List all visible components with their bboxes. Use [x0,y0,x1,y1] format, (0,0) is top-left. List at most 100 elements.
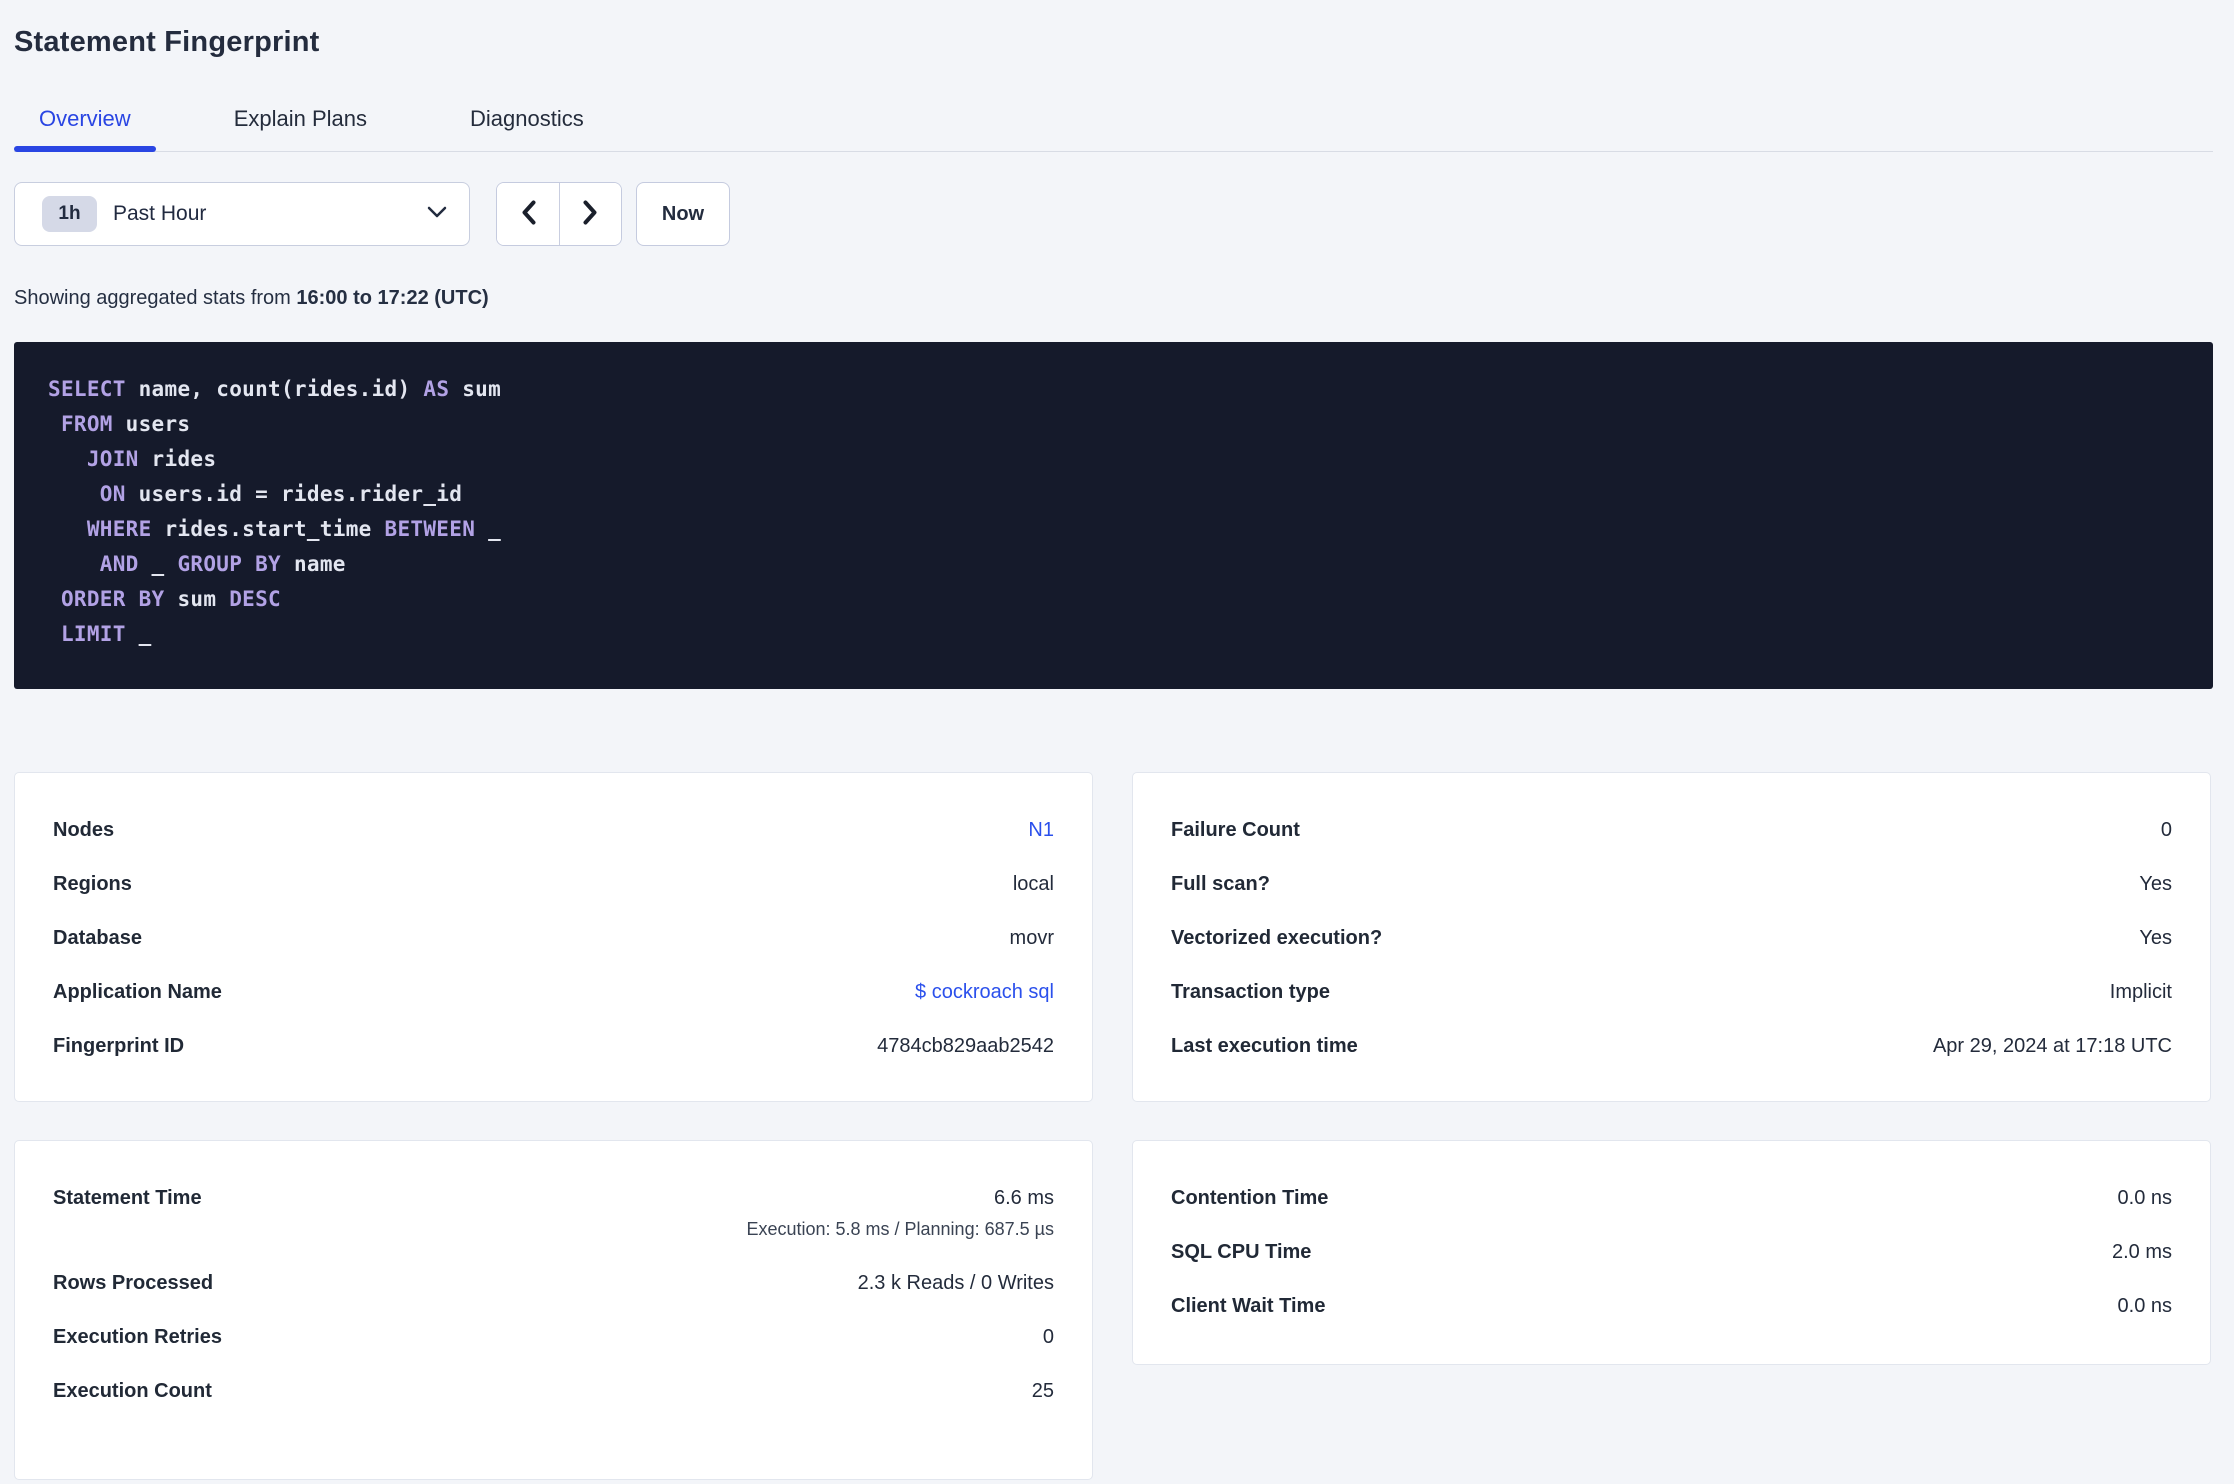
stat-label: Client Wait Time [1171,1295,1326,1317]
chevron-right-icon [582,199,599,229]
statement-fingerprint-page: Statement Fingerprint Overview Explain P… [0,26,2234,1480]
sql-statement-box: SELECT name, count(rides.id) AS sum FROM… [14,342,2213,689]
card-statement-details: Nodes N1 Regions local Database movr Applicati… [14,772,1093,1102]
stat-value: Implicit [2109,981,2172,1003]
cards-right-column: Failure Count 0 Full scan? Yes Vectorized ex… [1132,772,2211,1365]
stat-value: local [1012,873,1054,895]
tab-bar: Overview Explain Plans Diagnostics [14,106,2213,152]
stat-label: Fingerprint ID [53,1035,185,1057]
tab-explain-plans[interactable]: Explain Plans [209,106,392,151]
sql-text: sum [449,377,502,401]
stat-row: Rows Processed 2.3 k Reads / 0 Writes [53,1273,1054,1294]
stat-row: Vectorized execution? Yes [1171,928,2172,949]
stat-label: Regions [53,873,132,895]
card-execution-attributes: Failure Count 0 Full scan? Yes Vectorized ex… [1132,772,2211,1102]
stat-row: Full scan? Yes [1171,874,2172,895]
stat-label: SQL CPU Time [1171,1241,1312,1263]
stat-row: Last execution time Apr 29, 2024 at 17:18… [1171,1036,2172,1057]
stat-value: 0.0 ns [2117,1187,2172,1209]
sql-text: sum [164,587,230,611]
stat-value: Apr 29, 2024 at 17:18 UTC [1932,1035,2172,1057]
stats-cards: Nodes N1 Regions local Database movr Applicati… [14,772,2213,1480]
sql-keyword: ORDER BY [48,587,165,611]
stat-label: Contention Time [1171,1187,1329,1209]
aggregated-stats-prefix: Showing aggregated stats from [14,287,297,309]
stat-value: 2.0 ms [2111,1241,2172,1263]
time-interval-nav [496,182,622,246]
card-wait-times: Contention Time 0.0 ns SQL CPU Time 2.0 ms C… [1132,1140,2211,1365]
sql-keyword: JOIN [48,447,139,471]
stat-value: movr [1009,927,1054,949]
sql-keyword: BETWEEN [384,517,476,541]
stat-row: Execution Retries 0 [53,1327,1054,1348]
sql-text: name, count(rides.id) [125,377,424,401]
sql-text: _ [125,622,152,646]
stat-row: Client Wait Time 0.0 ns [1171,1296,2172,1317]
sql-text: _ [475,517,502,541]
stat-row: Fingerprint ID 4784cb829aab2542 [53,1036,1054,1057]
stat-row: Execution Count 25 [53,1381,1054,1402]
sql-line: AND _ GROUP BY name [48,547,2193,582]
sql-line: SELECT name, count(rides.id) AS sum [48,372,2193,407]
sql-line: FROM users [48,407,2193,442]
stat-label: Transaction type [1171,981,1330,1003]
stat-label: Statement Time [53,1187,202,1209]
sql-text: rides.start_time [151,517,385,541]
stat-label: Execution Count [53,1380,212,1402]
sql-line: LIMIT _ [48,617,2193,652]
stat-value: 4784cb829aab2542 [877,1035,1054,1057]
sql-keyword: SELECT [48,377,126,401]
stat-value: 0 [1042,1326,1054,1348]
stat-value: 0.0 ns [2117,1295,2172,1317]
sql-line: WHERE rides.start_time BETWEEN _ [48,512,2193,547]
cards-left-column: Nodes N1 Regions local Database movr Applicati… [14,772,1093,1480]
time-range-badge: 1h [42,196,97,232]
stat-value: 6.6 ms Execution: 5.8 ms / Planning: 687.… [746,1187,1054,1240]
stat-label: Execution Retries [53,1326,222,1348]
stat-value: 25 [1031,1380,1054,1402]
sql-text: name [281,552,346,576]
prev-interval-button[interactable] [497,183,559,245]
aggregated-stats-range: 16:00 to 17:22 (UTC) [296,287,489,309]
sql-keyword: LIMIT [48,622,126,646]
stat-label: Vectorized execution? [1171,927,1383,949]
time-controls: 1h Past Hour Now [14,182,2213,246]
tab-diagnostics[interactable]: Diagnostics [445,106,609,151]
card-statement-times: Statement Time 6.6 ms Execution: 5.8 ms / … [14,1140,1093,1480]
stat-value-link[interactable]: $ cockroach sql [915,982,1054,1003]
time-range-label: Past Hour [113,202,207,225]
stat-subvalue: Execution: 5.8 ms / Planning: 687.5 µs [746,1219,1054,1239]
sql-line: ON users.id = rides.rider_id [48,477,2193,512]
stat-row: Nodes N1 [53,820,1054,841]
aggregated-stats-text: Showing aggregated stats from 16:00 to 1… [14,287,2213,310]
stat-value: Yes [2139,873,2172,895]
stat-label: Failure Count [1171,819,1300,841]
stat-label: Application Name [53,981,222,1003]
stat-row: Contention Time 0.0 ns [1171,1188,2172,1209]
sql-keyword: GROUP BY [177,552,281,576]
sql-text: users [112,412,191,436]
stat-label: Database [53,927,142,949]
stat-row: Statement Time 6.6 ms Execution: 5.8 ms / … [53,1188,1054,1240]
sql-line: JOIN rides [48,442,2193,477]
stat-row: Transaction type Implicit [1171,982,2172,1003]
sql-keyword: AND [48,552,139,576]
now-button[interactable]: Now [636,182,730,246]
tab-overview[interactable]: Overview [14,106,156,152]
page-title: Statement Fingerprint [14,26,320,58]
time-range-dropdown[interactable]: 1h Past Hour [14,182,470,246]
sql-keyword: AS [423,377,450,401]
stat-label: Rows Processed [53,1272,214,1294]
stat-label: Nodes [53,819,115,841]
stat-value-link[interactable]: N1 [1028,820,1054,841]
chevron-left-icon [520,199,537,229]
stat-value: 0 [2160,819,2172,841]
stat-row: SQL CPU Time 2.0 ms [1171,1242,2172,1263]
sql-keyword: DESC [229,587,281,611]
chevron-down-icon [427,205,447,223]
next-interval-button[interactable] [559,183,621,245]
sql-line: ORDER BY sum DESC [48,582,2193,617]
stat-value: Yes [2139,927,2172,949]
sql-text: _ [138,552,178,576]
sql-keyword: ON [48,482,126,506]
